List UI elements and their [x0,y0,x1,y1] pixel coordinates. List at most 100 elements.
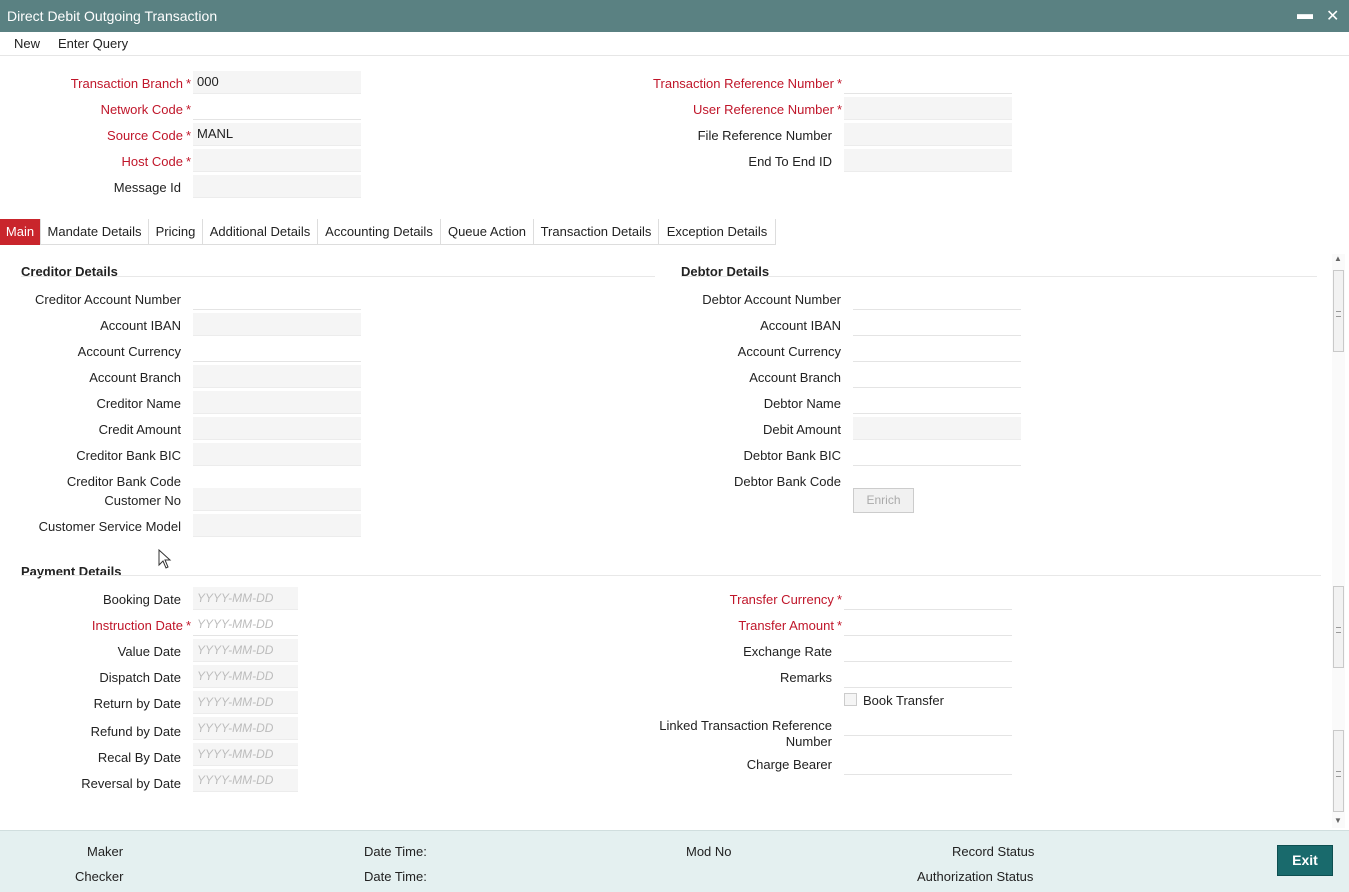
debtor-name-field[interactable] [853,391,1021,414]
creditor-account-currency-field[interactable] [193,339,361,362]
debtor-account-number-label: Debtor Account Number [702,292,841,307]
creditor-account-number-label: Creditor Account Number [35,292,181,307]
source-code-label: Source Code * [107,128,191,143]
end-to-end-id-field[interactable] [844,149,1012,172]
reversal-by-date-label: Reversal by Date [81,776,181,791]
linked-transaction-reference-field[interactable] [844,713,1012,736]
scroll-thumb-middle[interactable] [1333,586,1344,668]
customer-no-label: Customer No [104,493,181,508]
creditor-account-iban-field[interactable] [193,313,361,336]
tab-main[interactable]: Main [0,219,41,245]
debtor-account-number-field[interactable] [853,287,1021,310]
refund-by-date-field[interactable]: YYYY-MM-DD [193,717,298,740]
mod-no-label: Mod No [686,844,732,859]
customer-no-field[interactable] [193,488,361,511]
customer-service-model-field[interactable] [193,514,361,537]
reversal-by-date-field[interactable]: YYYY-MM-DD [193,769,298,792]
return-by-date-label: Return by Date [93,696,181,711]
debtor-bank-bic-field[interactable] [853,443,1021,466]
transaction-reference-number-field[interactable] [844,71,1012,94]
network-code-label: Network Code * [100,102,191,117]
transfer-currency-field[interactable] [844,587,1012,610]
creditor-bank-bic-field[interactable] [193,443,361,466]
mouse-pointer-icon [158,549,172,569]
debtor-bank-code-label: Debtor Bank Code [734,474,841,489]
credit-amount-field[interactable] [193,417,361,440]
maker-label: Maker [87,844,124,859]
book-transfer-checkbox[interactable] [844,693,857,706]
return-by-date-field[interactable]: YYYY-MM-DD [193,691,298,714]
scroll-up-icon[interactable]: ▲ [1334,254,1342,263]
tab-bar: Main Mandate Details Pricing Additional … [0,219,776,245]
remarks-field[interactable] [844,665,1012,688]
debit-amount-field[interactable] [853,417,1021,440]
tab-transaction-details[interactable]: Transaction Details [534,219,659,245]
minimize-icon[interactable]: ▬ [1297,6,1313,24]
tab-exception-details[interactable]: Exception Details [659,219,776,245]
dispatch-date-field[interactable]: YYYY-MM-DD [193,665,298,688]
instruction-date-field[interactable]: YYYY-MM-DD [193,613,298,636]
exchange-rate-field[interactable] [844,639,1012,662]
customer-service-model-label: Customer Service Model [38,519,181,534]
debtor-account-currency-field[interactable] [853,339,1021,362]
menu-enter-query[interactable]: Enter Query [58,36,128,51]
user-reference-number-label: User Reference Number * [693,102,842,117]
debtor-divider [681,276,1317,277]
source-code-field[interactable]: MANL [193,123,361,146]
value-date-field[interactable]: YYYY-MM-DD [193,639,298,662]
menu-new[interactable]: New [14,36,40,51]
exit-button[interactable]: Exit [1277,845,1333,876]
tab-mandate-details[interactable]: Mandate Details [41,219,149,245]
recal-by-date-field[interactable]: YYYY-MM-DD [193,743,298,766]
linked-transaction-reference-label-line2: Number [785,734,832,749]
debtor-account-iban-field[interactable] [853,313,1021,336]
exchange-rate-label: Exchange Rate [743,644,832,659]
maker-date-time-label: Date Time: [364,844,427,859]
host-code-field[interactable] [193,149,361,172]
tab-pricing[interactable]: Pricing [149,219,203,245]
checker-date-time-label: Date Time: [364,869,427,884]
scroll-thumb-lower[interactable] [1333,730,1344,812]
transfer-currency-label: Transfer Currency * [729,592,842,607]
debtor-account-iban-label: Account IBAN [760,318,841,333]
transaction-branch-field[interactable]: 000 [193,71,361,94]
window-title: Direct Debit Outgoing Transaction [7,8,218,24]
tab-accounting-details[interactable]: Accounting Details [318,219,441,245]
creditor-account-currency-label: Account Currency [77,344,181,359]
scroll-down-icon[interactable]: ▼ [1334,816,1342,825]
transfer-amount-label: Transfer Amount * [738,618,842,633]
creditor-bank-bic-label: Creditor Bank BIC [76,448,181,463]
debtor-account-branch-field[interactable] [853,365,1021,388]
end-to-end-id-label: End To End ID [748,154,832,169]
debtor-account-branch-label: Account Branch [749,370,841,385]
network-code-field[interactable] [193,97,361,120]
dispatch-date-label: Dispatch Date [99,670,181,685]
tab-queue-action[interactable]: Queue Action [441,219,534,245]
title-bar: Direct Debit Outgoing Transaction ▬ ✕ [0,0,1349,32]
message-id-field[interactable] [193,175,361,198]
creditor-name-label: Creditor Name [96,396,181,411]
footer: Maker Checker Date Time: Date Time: Mod … [0,830,1349,892]
instruction-date-label: Instruction Date * [91,618,191,633]
payment-divider [21,575,1321,576]
user-reference-number-field[interactable] [844,97,1012,120]
transfer-amount-field[interactable] [844,613,1012,636]
booking-date-field[interactable]: YYYY-MM-DD [193,587,298,610]
creditor-account-iban-label: Account IBAN [100,318,181,333]
vertical-scrollbar[interactable]: ▲ ▼ [1332,254,1345,828]
file-reference-number-field[interactable] [844,123,1012,146]
tab-additional-details[interactable]: Additional Details [203,219,318,245]
scroll-thumb-upper[interactable] [1333,270,1344,352]
linked-transaction-reference-label-line1: Linked Transaction Reference [659,718,832,733]
close-icon[interactable]: ✕ [1326,6,1339,26]
transaction-reference-number-label: Transaction Reference Number * [653,76,842,91]
debtor-name-label: Debtor Name [763,396,841,411]
creditor-name-field[interactable] [193,391,361,414]
enrich-button[interactable]: Enrich [853,488,914,513]
charge-bearer-field[interactable] [844,752,1012,775]
host-code-label: Host Code * [121,154,191,169]
creditor-account-number-field[interactable] [193,287,361,310]
booking-date-label: Booking Date [102,592,181,607]
creditor-account-branch-field[interactable] [193,365,361,388]
value-date-label: Value Date [117,644,181,659]
